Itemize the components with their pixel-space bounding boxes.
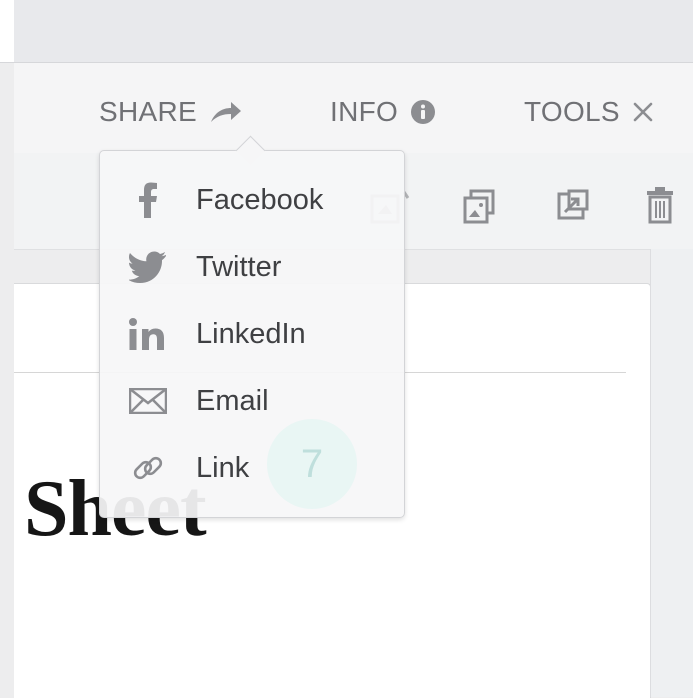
share-dropdown: Facebook Twitter LinkedIn Email Link bbox=[99, 135, 405, 518]
page-number-badge: 7 bbox=[267, 419, 357, 509]
share-arrow-icon bbox=[209, 100, 243, 124]
tools-button[interactable]: TOOLS bbox=[524, 96, 654, 128]
right-panel bbox=[650, 249, 693, 697]
linkedin-icon bbox=[100, 317, 196, 351]
share-link-label: Link bbox=[196, 451, 250, 484]
top-strip bbox=[0, 0, 693, 63]
share-linkedin-label: LinkedIn bbox=[196, 317, 306, 350]
share-twitter-label: Twitter bbox=[196, 250, 282, 283]
share-twitter[interactable]: Twitter bbox=[100, 240, 404, 294]
duplicate-icon[interactable] bbox=[462, 188, 498, 231]
trash-icon[interactable] bbox=[645, 185, 675, 230]
share-email-label: Email bbox=[196, 384, 269, 417]
link-icon bbox=[100, 451, 196, 485]
share-link[interactable]: Link bbox=[100, 441, 404, 495]
top-strip-edge bbox=[0, 0, 14, 62]
share-linkedin[interactable]: LinkedIn bbox=[100, 307, 404, 361]
info-button[interactable]: INFO bbox=[330, 96, 436, 128]
share-facebook-label: Facebook bbox=[196, 183, 324, 216]
close-icon[interactable] bbox=[632, 101, 654, 123]
facebook-icon bbox=[100, 182, 196, 218]
share-label: SHARE bbox=[99, 96, 197, 127]
info-icon bbox=[410, 99, 436, 125]
envelope-icon bbox=[100, 388, 196, 414]
share-facebook[interactable]: Facebook bbox=[100, 173, 404, 227]
share-email[interactable]: Email bbox=[100, 374, 404, 428]
external-open-icon[interactable] bbox=[556, 188, 590, 227]
share-button[interactable]: SHARE bbox=[99, 96, 243, 128]
tools-label: TOOLS bbox=[524, 96, 620, 127]
info-label: INFO bbox=[330, 96, 399, 127]
twitter-icon bbox=[100, 251, 196, 283]
